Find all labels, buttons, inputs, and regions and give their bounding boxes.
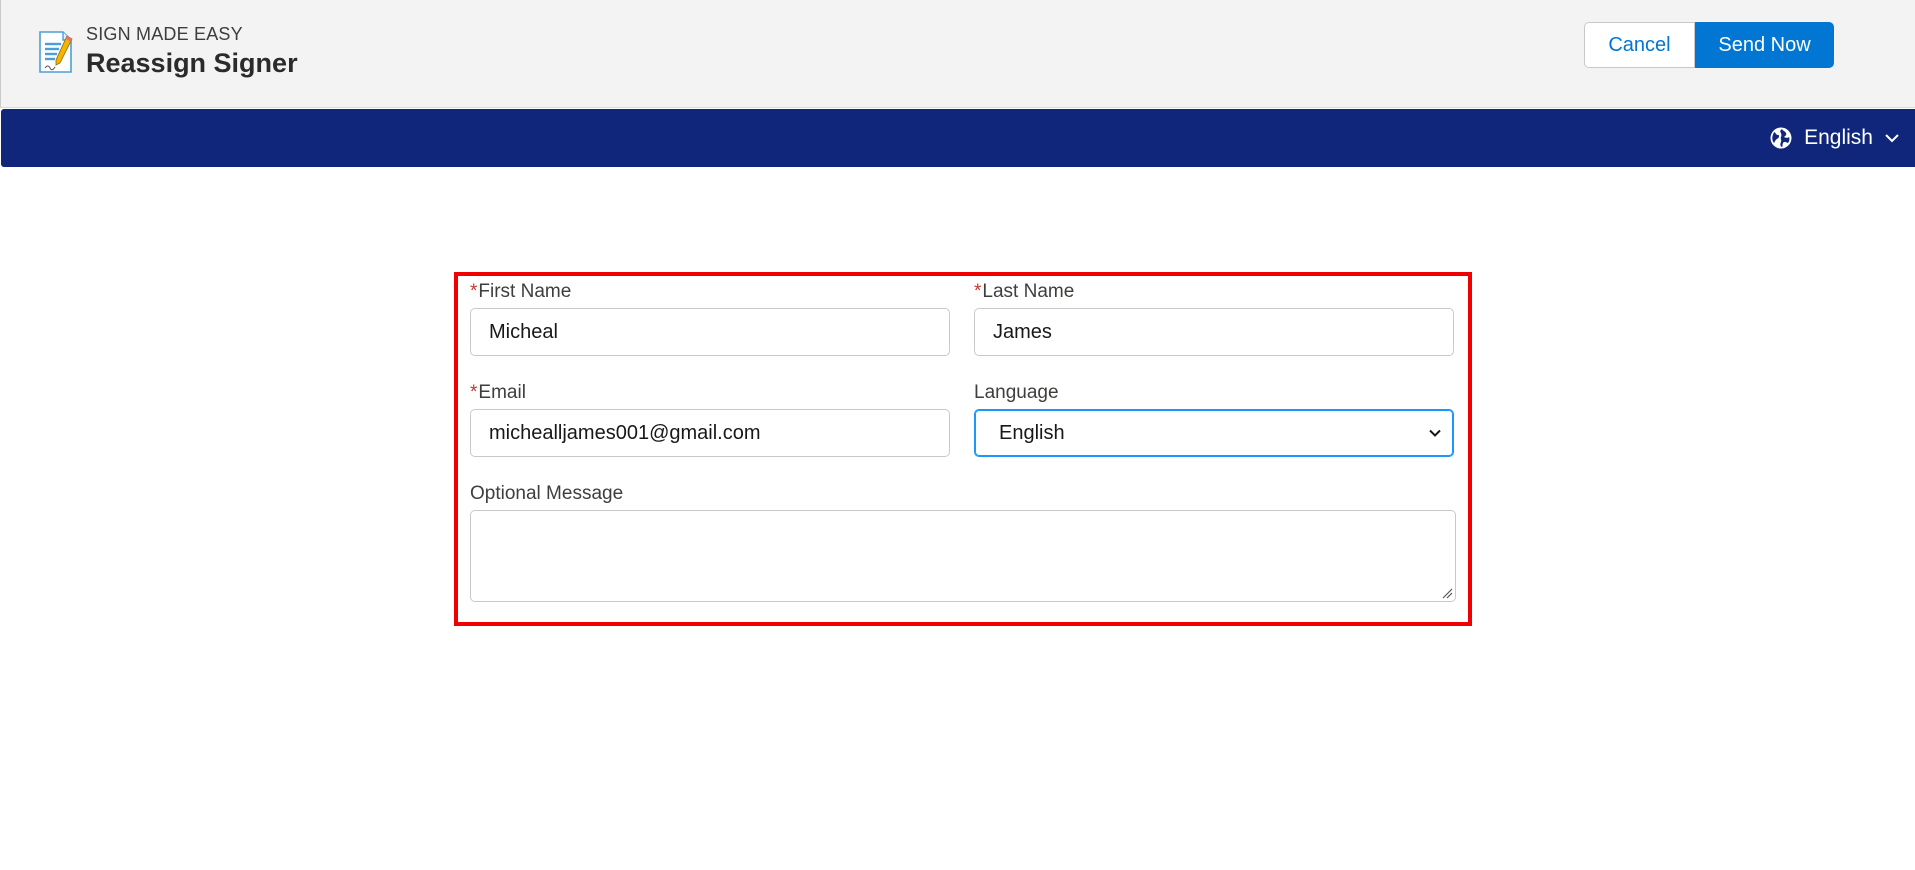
first-name-field: *First Name Micheal [470,280,950,356]
required-marker: * [974,281,982,302]
email-label: *Email [470,382,526,403]
language-select-value: English [999,421,1065,444]
email-field: *Email michealljames001@gmail.com [470,381,950,457]
top-navbar: English [1,109,1915,167]
first-name-input[interactable]: Micheal [470,308,950,356]
last-name-field: *Last Name James [974,280,1454,356]
reassign-form: *First Name Micheal *Last Name James *Em… [454,272,1472,626]
language-field: Language English [974,381,1454,457]
required-marker: * [470,382,478,403]
optional-message-textarea[interactable] [470,510,1456,602]
chevron-down-icon [1429,429,1441,437]
language-label: Language [974,382,1059,403]
language-switcher[interactable]: English [1769,109,1901,167]
page-title: Reassign Signer [86,48,298,78]
document-pen-icon [39,31,73,73]
app-name: SIGN MADE EASY [86,24,243,44]
send-now-button[interactable]: Send Now [1695,22,1834,68]
header-button-group: Cancel Send Now [1584,22,1834,68]
last-name-label: *Last Name [974,281,1075,302]
language-label: English [1804,126,1873,149]
resize-grip-icon[interactable] [1441,587,1453,599]
chevron-down-icon [1885,134,1899,143]
optional-message-label: Optional Message [470,483,624,504]
cancel-button[interactable]: Cancel [1584,22,1695,68]
last-name-input[interactable]: James [974,308,1454,356]
language-select[interactable]: English [974,409,1454,457]
email-input[interactable]: michealljames001@gmail.com [470,409,950,457]
optional-message-field: Optional Message [470,482,1456,602]
required-marker: * [470,281,478,302]
page-header: SIGN MADE EASY Reassign Signer Cancel Se… [0,0,1915,108]
first-name-label: *First Name [470,281,572,302]
globe-icon [1770,127,1792,149]
